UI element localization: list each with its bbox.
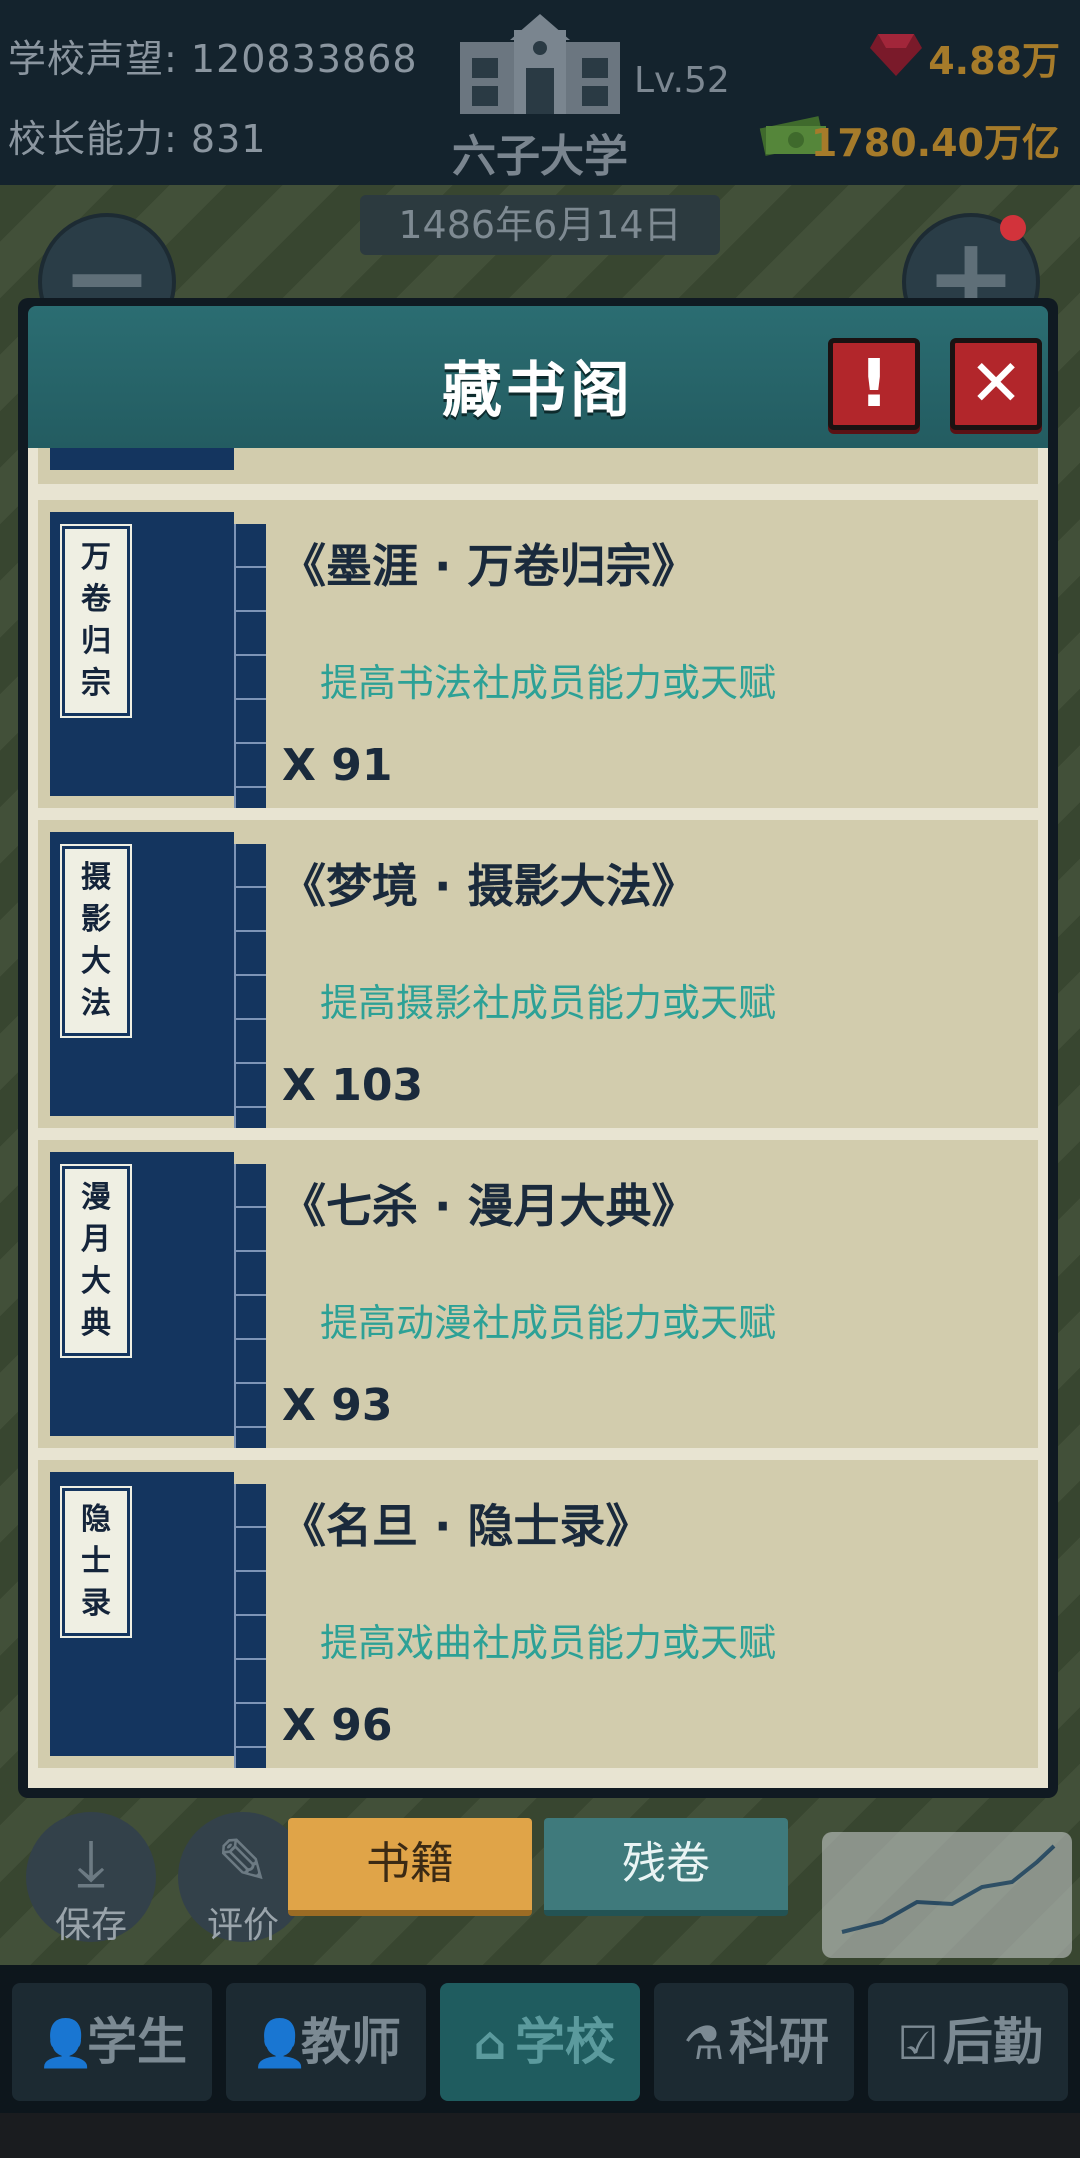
book-description: 提高戏曲社成员能力或天赋 [320,1621,777,1665]
book-card[interactable]: 万 卷 归 宗 《墨涯 · 万卷归宗》 提高书法社成员能力或天赋 X 91 [38,500,1038,808]
nav-label: 学生 [87,2013,187,2071]
school-name: 六子大学 [452,131,628,182]
tab-fragments[interactable]: 残卷 [544,1818,788,1916]
money-count: 1780.40万亿 [810,121,1060,165]
prestige-row: 学校声望: 120833868 [8,28,418,83]
book-description: 提高书法社成员能力或天赋 [320,661,777,705]
close-button[interactable]: ✕ [950,338,1042,430]
spine-char: 宗 [81,666,111,701]
ability-value: 831 [190,117,267,161]
download-icon: ⤓ [76,1826,106,1900]
ability-label: 校长能力: [8,117,178,161]
book-card[interactable]: 漫 月 大 典 《七杀 · 漫月大典》 提高动漫社成员能力或天赋 X 93 [38,1140,1038,1448]
spine-char: 月 [81,1222,111,1257]
book-list[interactable]: 万 卷 归 宗 《墨涯 · 万卷归宗》 提高书法社成员能力或天赋 X 91 摄 … [28,448,1048,1788]
date-display: 1486年6月14日 [360,195,720,255]
book-card[interactable]: 摄 影 大 法 《梦境 · 摄影大法》 提高摄影社成员能力或天赋 X 103 [38,820,1038,1128]
tab-books[interactable]: 书籍 [288,1818,532,1916]
nav-logistics[interactable]: ☑后勤 [868,1983,1068,2101]
nav-label: 教师 [301,2013,401,2071]
trend-chart-widget[interactable] [822,1832,1072,1958]
nav-school[interactable]: ⌂ 学校 [440,1983,640,2101]
bottom-nav: 👤学生 👤教师 ⌂ 学校 ⚗科研 ☑后勤 [0,1965,1080,2158]
book-title: 《名旦 · 隐士录》 [280,1499,652,1553]
nav-research[interactable]: ⚗科研 [654,1983,854,2101]
nav-label: 学校 [515,2013,615,2071]
spine-char: 摄 [81,860,111,895]
book-binding [234,1484,266,1768]
nav-label: 后勤 [943,2013,1043,2071]
spine-char: 录 [81,1586,111,1621]
book-description: 提高摄影社成员能力或天赋 [320,981,777,1025]
spine-label: 隐 士 录 [60,1486,132,1638]
exclamation-icon: ! [858,345,890,422]
spine-char: 漫 [81,1180,111,1215]
previous-card-edge [38,448,1038,484]
book-count: X 93 [282,1380,393,1431]
book-title: 《墨涯 · 万卷归宗》 [280,539,698,593]
book-binding [234,1164,266,1448]
nav-students[interactable]: 👤学生 [12,1983,212,2101]
prestige-value: 120833868 [190,37,418,81]
system-bar [0,2113,1080,2158]
book-spine: 隐 士 录 [50,1472,266,1768]
teacher-icon: 👤 [251,2016,309,2070]
spine-char: 卷 [81,582,111,617]
save-label: 保存 [54,1905,127,1946]
book-title: 《梦境 · 摄影大法》 [280,859,698,913]
book-description: 提高动漫社成员能力或天赋 [320,1301,777,1345]
book-spine [50,448,234,470]
school-building-icon [460,14,620,114]
spine-char: 大 [81,1264,111,1299]
flask-icon: ⚗ [683,2016,725,2070]
spine-char: 隐 [81,1502,111,1537]
notification-dot [1000,215,1026,241]
spine-char: 大 [81,944,111,979]
spine-char: 归 [81,624,111,659]
top-hud: 学校声望: 120833868 校长能力: 831 Lv.52 六子大学 4.8… [0,0,1080,185]
spine-char: 万 [81,540,111,575]
spine-label: 漫 月 大 典 [60,1164,132,1358]
nav-teachers[interactable]: 👤教师 [226,1983,426,2101]
book-spine: 摄 影 大 法 [50,832,266,1128]
prestige-label: 学校声望: [8,37,178,81]
book-binding [234,844,266,1128]
trend-line-icon [841,1844,1056,1934]
modal-header: 藏书阁 ! ✕ [28,306,1048,448]
clipboard-icon: ☑ [897,2016,939,2070]
spine-char: 典 [81,1306,111,1341]
nav-label: 科研 [729,2013,829,2071]
student-icon: 👤 [37,2016,95,2070]
spine-label: 摄 影 大 法 [60,844,132,1038]
book-spine: 万 卷 归 宗 [50,512,266,808]
save-button[interactable]: ⤓ 保存 [26,1812,156,1946]
school-level: Lv.52 [634,60,730,101]
ability-row: 校长能力: 831 [8,108,266,163]
close-icon: ✕ [969,347,1023,421]
school-icon: ⌂ [473,2016,507,2070]
book-count: X 96 [282,1700,393,1751]
info-button[interactable]: ! [828,338,920,430]
spine-char: 法 [81,986,111,1021]
spine-label: 万 卷 归 宗 [60,524,132,718]
book-card[interactable]: 隐 士 录 《名旦 · 隐士录》 提高戏曲社成员能力或天赋 X 96 [38,1460,1038,1768]
spine-char: 影 [81,902,111,937]
book-title: 《七杀 · 漫月大典》 [280,1179,698,1233]
gem-count: 4.88万 [928,39,1060,83]
gem-icon [870,34,922,76]
library-modal: 藏书阁 ! ✕ 万 卷 归 宗 《墨涯 · 万卷归宗》 提高书法社成员能力或天赋 [18,298,1058,1798]
book-binding [234,524,266,808]
spine-char: 士 [81,1544,111,1579]
book-count: X 91 [282,740,393,791]
book-count: X 103 [282,1060,424,1111]
book-spine: 漫 月 大 典 [50,1152,266,1448]
